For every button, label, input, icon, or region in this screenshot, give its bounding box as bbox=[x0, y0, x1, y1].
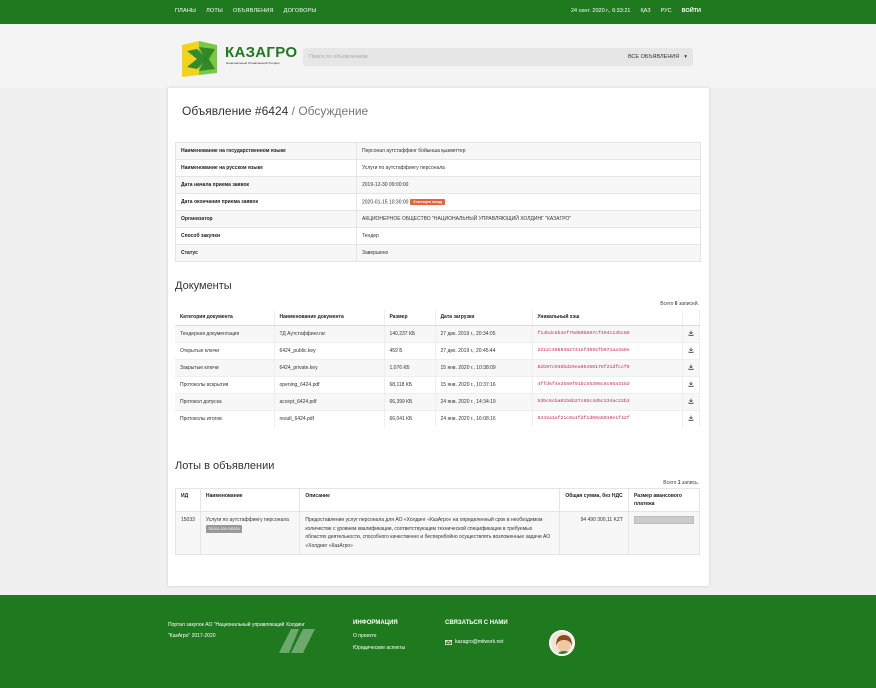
time-ago-badge: 8 месяцев назад bbox=[410, 198, 446, 205]
lots-table: ИД Наименование Описание Общая сумма, бе… bbox=[175, 488, 700, 555]
footer: Портал закупок АО "Национальный управляю… bbox=[0, 595, 876, 688]
lots-total: Всего 1 запись. bbox=[663, 480, 699, 486]
envelope-icon bbox=[445, 639, 452, 645]
table-header-row: Категория документа Наименование докумен… bbox=[175, 310, 700, 326]
logo-icon bbox=[182, 41, 217, 77]
download-icon bbox=[688, 330, 694, 336]
download-icon bbox=[688, 347, 694, 353]
download-button[interactable] bbox=[682, 358, 700, 376]
footer-contact-column: СВЯЗАТЬСЯ С НАМИ kazagro@mitwork.net bbox=[445, 620, 508, 651]
logo-subtitle: Национальный Управляющий Холдинг bbox=[226, 61, 280, 65]
nav-contracts[interactable]: ДОГОВОРЫ bbox=[284, 8, 317, 14]
lang-ru[interactable]: РУС bbox=[661, 8, 672, 14]
table-row: Тендерная документация ТД Аутстаффинг.ra… bbox=[175, 324, 700, 342]
info-row: Организатор АКЦИОНЕРНОЕ ОБЩЕСТВО "НАЦИОНА… bbox=[175, 210, 701, 228]
page-title: Объявление #6424 / Обсуждение bbox=[182, 104, 369, 118]
header: КАЗАГРО Национальный Управляющий Холдинг… bbox=[0, 24, 876, 88]
nav-lots[interactable]: ЛОТЫ bbox=[206, 8, 223, 14]
nav-plans[interactable]: ПЛАНЫ bbox=[175, 8, 196, 14]
support-avatar[interactable] bbox=[549, 630, 575, 656]
table-row: 15033 Услуги по аутстаффингу персонала 7… bbox=[175, 511, 700, 555]
download-button[interactable] bbox=[682, 324, 700, 342]
login-link[interactable]: ВОЙТИ bbox=[682, 8, 701, 14]
table-row: Протоколы вскрытия opening_6424.pdf 68,1… bbox=[175, 375, 700, 393]
documents-table: Категория документа Наименование докумен… bbox=[175, 310, 700, 427]
info-row: Наименование на русском языке Услуги по а… bbox=[175, 159, 701, 177]
top-navbar: ПЛАНЫ ЛОТЫ ОБЪЯВЛЕНИЯ ДОГОВОРЫ 24 сент. … bbox=[0, 0, 876, 24]
search-bar: ВСЕ ОБЪЯВЛЕНИЯ ▾ bbox=[303, 48, 693, 66]
download-button[interactable] bbox=[682, 375, 700, 393]
datetime: 24 сент. 2020 г., 6:33:21 bbox=[570, 8, 631, 14]
footer-contact-heading: СВЯЗАТЬСЯ С НАМИ bbox=[445, 620, 508, 626]
top-right: 24 сент. 2020 г., 6:33:21 ҚАЗ РУС ВОЙТИ bbox=[571, 8, 701, 14]
table-row: Протокол допуска accept_6424.pdf 66,399 … bbox=[175, 392, 700, 410]
download-icon bbox=[688, 415, 694, 421]
footer-email-link[interactable]: kazagro@mitwork.net bbox=[445, 639, 508, 645]
lot-name-link[interactable]: Услуги по аутстаффингу персонала bbox=[206, 517, 289, 523]
info-row: Наименование на государственном языке Пер… bbox=[175, 142, 701, 160]
info-row: Дата начала приема заявок 2019-12-30 09:0… bbox=[175, 176, 701, 194]
nav-announcements[interactable]: ОБЪЯВЛЕНИЯ bbox=[233, 8, 274, 14]
info-row: Способ закупки Тендер bbox=[175, 227, 701, 245]
download-icon bbox=[688, 381, 694, 387]
footer-link-legal[interactable]: Юридические аспекты bbox=[353, 645, 405, 651]
footer-logo-watermark-icon bbox=[279, 629, 315, 653]
info-row: Статус Завершено bbox=[175, 244, 701, 262]
lang-kz[interactable]: ҚАЗ bbox=[640, 8, 650, 14]
download-button[interactable] bbox=[682, 409, 700, 427]
table-header-row: ИД Наименование Описание Общая сумма, бе… bbox=[175, 488, 700, 512]
table-row: Открытые ключи 6424_public.key 459 Б 27 … bbox=[175, 341, 700, 359]
footer-link-about[interactable]: О проекте bbox=[353, 633, 405, 639]
lot-code-badge: 781011.000.000004 bbox=[205, 524, 242, 533]
advance-payment-field bbox=[634, 516, 694, 524]
download-icon bbox=[688, 398, 694, 404]
chevron-down-icon: ▾ bbox=[684, 54, 687, 60]
search-scope-label: ВСЕ ОБЪЯВЛЕНИЯ bbox=[627, 54, 680, 60]
download-button[interactable] bbox=[682, 341, 700, 359]
footer-info-column: ИНФОРМАЦИЯ О проекте Юридические аспекты bbox=[353, 620, 405, 657]
search-input[interactable] bbox=[303, 48, 603, 66]
table-row: Протоколы итогов result_6424.pdf 66,041 … bbox=[175, 409, 700, 427]
footer-info-heading: ИНФОРМАЦИЯ bbox=[353, 620, 398, 626]
lots-heading: Лоты в объявлении bbox=[175, 460, 275, 472]
search-scope-dropdown[interactable]: ВСЕ ОБЪЯВЛЕНИЯ ▾ bbox=[628, 54, 687, 60]
documents-total: Всего 6 записей. bbox=[660, 301, 699, 307]
announcement-card: Объявление #6424 / Обсуждение Наименован… bbox=[168, 88, 709, 586]
logo-text: КАЗАГРО bbox=[225, 44, 298, 61]
documents-heading: Документы bbox=[175, 280, 232, 292]
download-icon bbox=[688, 364, 694, 370]
table-row: Закрытые ключи 6424_private.key 1,076 КБ… bbox=[175, 358, 700, 376]
main-menu: ПЛАНЫ ЛОТЫ ОБЪЯВЛЕНИЯ ДОГОВОРЫ bbox=[175, 8, 317, 14]
avatar-icon bbox=[551, 632, 573, 654]
logo[interactable]: КАЗАГРО Национальный Управляющий Холдинг bbox=[179, 39, 297, 79]
info-row: Дата окончания приема заявок 2020-01-15 1… bbox=[175, 193, 701, 211]
announcement-info-table: Наименование на государственном языке Пер… bbox=[175, 142, 701, 262]
download-button[interactable] bbox=[682, 392, 700, 410]
title-discussion-link[interactable]: Обсуждение bbox=[298, 104, 368, 118]
